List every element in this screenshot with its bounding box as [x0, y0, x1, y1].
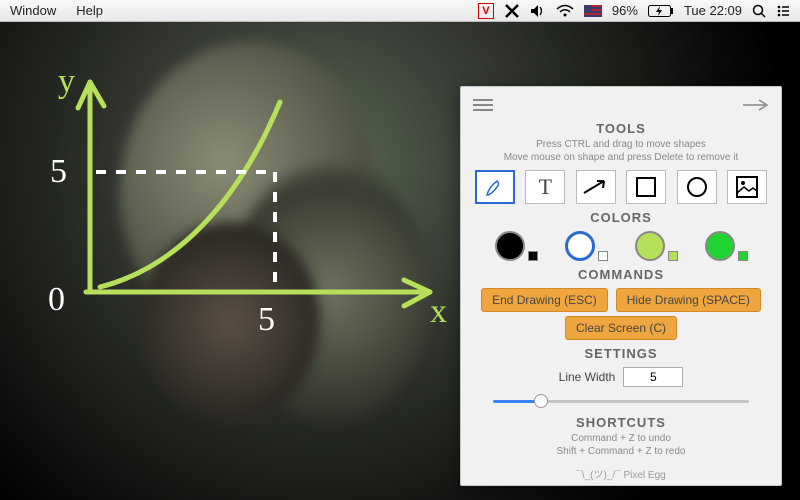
flag-icon[interactable] — [584, 5, 602, 17]
tools-hint: Press CTRL and drag to move shapes Move … — [473, 138, 769, 164]
color-row — [481, 231, 761, 261]
battery-icon[interactable] — [648, 5, 674, 17]
color-black[interactable] — [495, 231, 538, 261]
panel-forward-icon[interactable] — [743, 98, 769, 112]
menu-window[interactable]: Window — [0, 3, 66, 18]
clear-screen-button[interactable]: Clear Screen (C) — [565, 316, 677, 340]
menu-help[interactable]: Help — [66, 3, 113, 18]
app-v-icon[interactable]: V — [478, 3, 494, 19]
colors-heading: COLORS — [473, 210, 769, 225]
tools-heading: TOOLS — [473, 121, 769, 136]
color-lime[interactable] — [635, 231, 678, 261]
hide-drawing-button[interactable]: Hide Drawing (SPACE) — [616, 288, 761, 312]
battery-percent: 96% — [612, 3, 638, 18]
artwork-region — [140, 222, 320, 422]
color-white[interactable] — [565, 231, 608, 261]
tool-rect[interactable] — [626, 170, 666, 204]
spotlight-icon[interactable] — [752, 4, 766, 18]
tool-panel: TOOLS Press CTRL and drag to move shapes… — [460, 86, 782, 486]
end-drawing-button[interactable]: End Drawing (ESC) — [481, 288, 608, 312]
clock[interactable]: Tue 22:09 — [684, 3, 742, 18]
volume-icon[interactable] — [530, 4, 546, 18]
shortcuts-heading: SHORTCUTS — [473, 415, 769, 430]
notifications-icon[interactable] — [776, 4, 790, 18]
panel-footer: ¯\_(ツ)_/¯ Pixel Egg — [461, 466, 781, 481]
settings-heading: SETTINGS — [473, 346, 769, 361]
line-width-input[interactable] — [623, 367, 683, 387]
line-width-slider[interactable] — [493, 393, 749, 409]
panel-menu-icon[interactable] — [473, 96, 493, 114]
tool-arrow[interactable] — [576, 170, 616, 204]
tool-text[interactable]: T — [525, 170, 565, 204]
app-x-icon[interactable] — [504, 3, 520, 19]
wifi-icon[interactable] — [556, 4, 574, 18]
line-width-label: Line Width — [559, 370, 616, 384]
tool-brush[interactable] — [475, 170, 515, 204]
shortcuts-hint: Command + Z to undo Shift + Command + Z … — [473, 432, 769, 458]
menubar: Window Help V 96% Tue 22:09 — [0, 0, 800, 22]
commands-heading: COMMANDS — [473, 267, 769, 282]
color-green[interactable] — [705, 231, 748, 261]
tool-circle[interactable] — [677, 170, 717, 204]
tool-image[interactable] — [727, 170, 767, 204]
